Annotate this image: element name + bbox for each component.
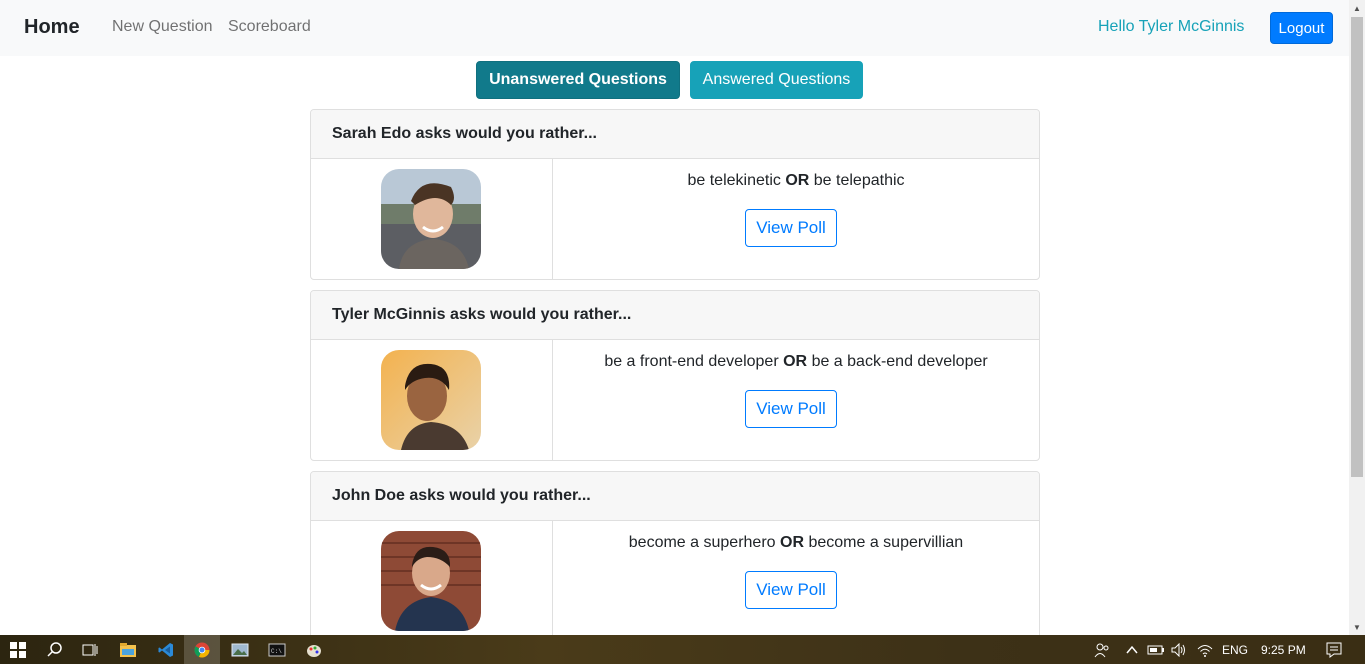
- question-card-header: Sarah Edo asks would you rather...: [311, 110, 1039, 159]
- battery-icon[interactable]: [1145, 639, 1167, 661]
- tab-answered-questions[interactable]: Answered Questions: [690, 61, 863, 99]
- svg-text:C:\: C:\: [271, 648, 282, 655]
- wifi-icon[interactable]: [1194, 639, 1216, 661]
- navbar: Home New Question Scoreboard Hello Tyler…: [0, 0, 1349, 56]
- view-poll-button[interactable]: View Poll: [745, 571, 837, 609]
- task-view-icon[interactable]: [79, 639, 101, 661]
- question-options-text: be telekinetic OR be telepathic: [687, 172, 905, 189]
- nav-scoreboard-link[interactable]: Scoreboard: [228, 18, 311, 36]
- question-card: John Doe asks would you rather... become…: [310, 471, 1040, 642]
- question-card: Sarah Edo asks would you rather... be te…: [310, 109, 1040, 280]
- scrollbar-thumb[interactable]: [1351, 17, 1363, 477]
- photos-app-icon[interactable]: [229, 639, 251, 661]
- search-icon[interactable]: [44, 639, 66, 661]
- volume-icon[interactable]: [1168, 639, 1190, 661]
- user-greeting: Hello Tyler McGinnis: [1098, 18, 1245, 35]
- file-explorer-icon[interactable]: [117, 639, 139, 661]
- input-language-indicator[interactable]: ENG: [1222, 643, 1248, 657]
- people-icon[interactable]: [1091, 639, 1113, 661]
- view-poll-button[interactable]: View Poll: [745, 209, 837, 247]
- scroll-up-arrow-icon[interactable]: ▲: [1349, 0, 1365, 16]
- logout-button[interactable]: Logout: [1270, 12, 1333, 44]
- windows-taskbar: C:\ ENG 9:25 PM: [0, 635, 1365, 664]
- nav-home-link[interactable]: Home: [24, 16, 80, 39]
- taskbar-clock[interactable]: 9:25 PM: [1261, 643, 1306, 657]
- question-options-text: become a superhero OR become a supervill…: [628, 534, 964, 551]
- question-options-text: be a front-end developer OR be a back-en…: [604, 353, 988, 370]
- paint-app-icon[interactable]: [303, 639, 325, 661]
- chrome-icon[interactable]: [184, 635, 220, 664]
- author-avatar: [381, 169, 481, 269]
- question-card-header: John Doe asks would you rather...: [311, 472, 1039, 521]
- scroll-down-arrow-icon[interactable]: ▼: [1349, 619, 1365, 635]
- tab-unanswered-questions[interactable]: Unanswered Questions: [476, 61, 680, 99]
- show-hidden-icons-chevron-icon[interactable]: [1121, 639, 1143, 661]
- author-avatar: [381, 531, 481, 631]
- view-poll-button[interactable]: View Poll: [745, 390, 837, 428]
- vscode-icon[interactable]: [155, 639, 177, 661]
- author-avatar: [381, 350, 481, 450]
- windows-start-icon[interactable]: [7, 639, 29, 661]
- page-scrollbar[interactable]: ▲ ▼: [1349, 0, 1365, 635]
- question-card: Tyler McGinnis asks would you rather... …: [310, 290, 1040, 461]
- question-card-header: Tyler McGinnis asks would you rather...: [311, 291, 1039, 340]
- command-prompt-icon[interactable]: C:\: [266, 639, 288, 661]
- action-center-notification-icon[interactable]: [1323, 639, 1345, 661]
- nav-new-question-link[interactable]: New Question: [112, 18, 213, 36]
